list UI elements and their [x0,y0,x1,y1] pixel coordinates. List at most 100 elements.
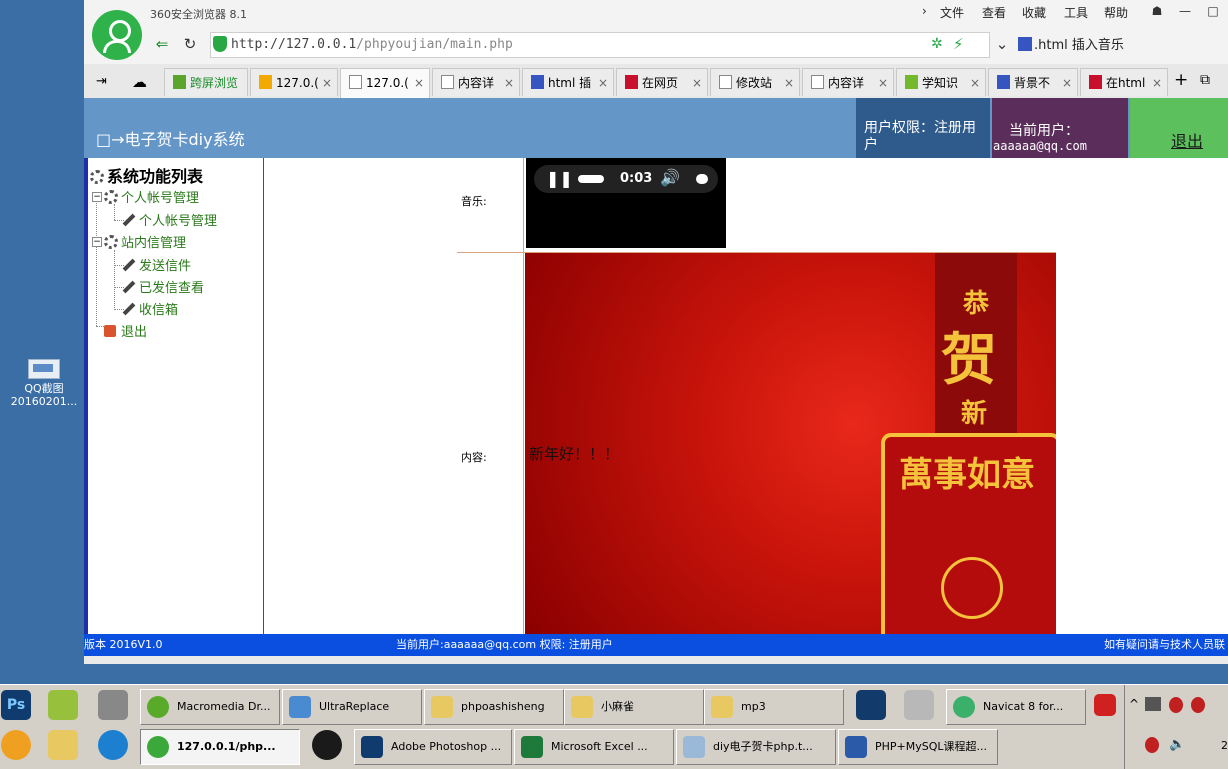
volume-slider[interactable] [696,174,708,184]
sidebar-item-sent[interactable]: 已发信查看 [122,277,204,296]
desktop-icon-qq-screenshot[interactable]: QQ截图 20160201... [8,355,80,408]
clock[interactable]: 2 [1221,739,1228,752]
tools-icon[interactable] [904,690,934,720]
sidebar-item-send[interactable]: 发送信件 [122,255,191,274]
minimize-icon[interactable]: — [1172,2,1198,20]
speedup-icon[interactable]: ✲ [931,36,943,52]
qq-tray-icon[interactable] [1169,697,1183,713]
photoshop-icon[interactable]: Ps [1,690,31,720]
taskbar-label: Macromedia Dr... [177,700,271,713]
close-tab-icon[interactable]: × [322,69,332,96]
taskbar-item-folder-xiaomaque[interactable]: 小麻雀 [564,689,704,725]
tree-title-text: 系统功能列表 [107,167,204,186]
folder-icon[interactable] [48,730,78,760]
qq-tray-icon-2[interactable] [1191,697,1205,713]
tab-content-detail[interactable]: 内容详 × [432,68,520,96]
database-icon[interactable] [1,730,31,760]
taskbar-item-ultrareplace[interactable]: UltraReplace [282,689,422,725]
qq-penguin-icon[interactable] [312,730,342,760]
address-bar[interactable]: http://127.0.0.1/phpyoujian/main.php ✲ ⚡ [210,32,990,58]
script-icon[interactable] [856,690,886,720]
taskbar-item-photoshop[interactable]: Adobe Photoshop ... [354,729,512,765]
android-icon[interactable] [48,690,78,720]
tab-current[interactable]: 127.0.(× [340,68,430,98]
device-manager-icon[interactable] [98,690,128,720]
taskbar-item-notepad[interactable]: diy电子贺卡php.t... [676,729,836,765]
back-icon[interactable]: ⇐ [152,34,172,54]
tab-in-html[interactable]: 在html × [1080,68,1168,96]
tree-item-label: 收信箱 [139,303,179,318]
tab-webpage[interactable]: 在网页 × [616,68,708,96]
collapse-icon[interactable]: − [92,237,102,247]
search-box[interactable]: .html 插入音乐 [1018,34,1124,53]
close-tab-icon[interactable]: × [692,69,702,96]
tree-group-messages[interactable]: 站内信管理 [104,232,186,251]
taskbar-item-navicat[interactable]: Navicat 8 for... [946,689,1086,725]
speaker-icon[interactable]: 🔈 [1169,737,1185,752]
tab-html-insert[interactable]: html 插 × [522,68,614,96]
tray-expand-icon[interactable]: ^ [1129,697,1139,711]
menu-file[interactable]: 文件 [940,4,964,21]
taskbar-item-folder-phpoashisheng[interactable]: phpoashisheng [424,689,564,725]
taskbar-item-browser[interactable]: 127.0.0.1/php... [140,729,300,765]
network-icon[interactable] [1145,697,1161,711]
volume-icon[interactable]: 🔊 [660,168,680,187]
progress-slider[interactable] [578,175,604,183]
sidebar-item-exit[interactable]: 退出 [104,321,147,340]
tab-edit-site[interactable]: 修改站 × [710,68,800,96]
current-user-label: 当前用户： [1009,123,1079,139]
tab-label: 背景不 [1014,76,1051,90]
360-browser-logo-icon[interactable] [92,10,142,60]
tab-cross-screen[interactable]: 跨屏浏览 [164,68,248,96]
lightning-icon[interactable]: ⚡ [953,35,964,53]
new-tab-icon[interactable]: + [1174,70,1188,90]
taskbar-item-word[interactable]: PHP+MySQL课程超... [838,729,998,765]
pause-icon[interactable]: ❚❚ [546,169,573,188]
audio-player[interactable]: ❚❚ 0:03 🔊 [526,158,726,248]
refresh-icon[interactable]: ↻ [180,34,200,54]
collapse-icon[interactable]: − [92,192,102,202]
close-tab-icon[interactable]: × [598,69,608,96]
cloud-icon[interactable]: ☁ [132,73,147,91]
folder-icon [431,696,453,718]
tab-background[interactable]: 背景不 × [988,68,1078,96]
tab-label: 内容详 [458,76,495,90]
sidebar-item-inbox[interactable]: 收信箱 [122,299,178,318]
horizontal-scrollbar[interactable] [84,656,1228,664]
maximize-icon[interactable]: □ [1200,2,1226,20]
menu-help[interactable]: 帮助 [1104,4,1128,21]
logout-link[interactable]: 退出 [1171,128,1203,152]
taskbar-item-dreamweaver[interactable]: Macromedia Dr... [140,689,280,725]
card-message: 新年好！！！ [529,445,620,463]
close-tab-icon[interactable]: × [970,69,980,96]
menu-favorites[interactable]: 收藏 [1022,4,1046,21]
dropdown-chevron-icon[interactable]: ⌄ [992,34,1012,54]
sogou-icon[interactable] [1094,694,1116,716]
menu-chevron-icon[interactable]: › [922,4,927,18]
csdn-icon [625,75,638,89]
close-tab-icon[interactable]: × [1152,69,1162,96]
content-label: 内容: [461,451,487,464]
close-tab-icon[interactable]: × [1062,69,1072,96]
close-tab-icon[interactable]: × [878,69,888,96]
tab-list-icon[interactable]: ⧉ [1200,72,1210,88]
mouse-emblem-icon [941,557,1003,619]
tab-content-detail-2[interactable]: 内容详 × [802,68,894,96]
audio-controls: ❚❚ 0:03 🔊 [534,165,718,193]
sidebar-toggle-icon[interactable]: ⇥ [96,74,107,89]
menu-tools[interactable]: 工具 [1064,4,1088,21]
close-tab-icon[interactable]: × [414,69,424,97]
browser-360-icon[interactable] [98,730,128,760]
sidebar-item-account[interactable]: 个人帐号管理 [122,210,217,229]
tab-pma[interactable]: 127.0.(× [250,68,338,96]
tree-group-account[interactable]: 个人帐号管理 [104,187,199,206]
tab-learn[interactable]: 学知识 × [896,68,986,96]
taskbar-item-excel[interactable]: Microsoft Excel ... [514,729,674,765]
qq-tray-icon-3[interactable] [1145,737,1159,753]
close-tab-icon[interactable]: × [784,69,794,96]
taskbar-item-folder-mp3[interactable]: mp3 [704,689,844,725]
menu-view[interactable]: 查看 [982,4,1006,21]
skin-icon[interactable]: ☗ [1144,2,1170,20]
close-tab-icon[interactable]: × [504,69,514,96]
baidu-paw-icon [531,75,544,89]
